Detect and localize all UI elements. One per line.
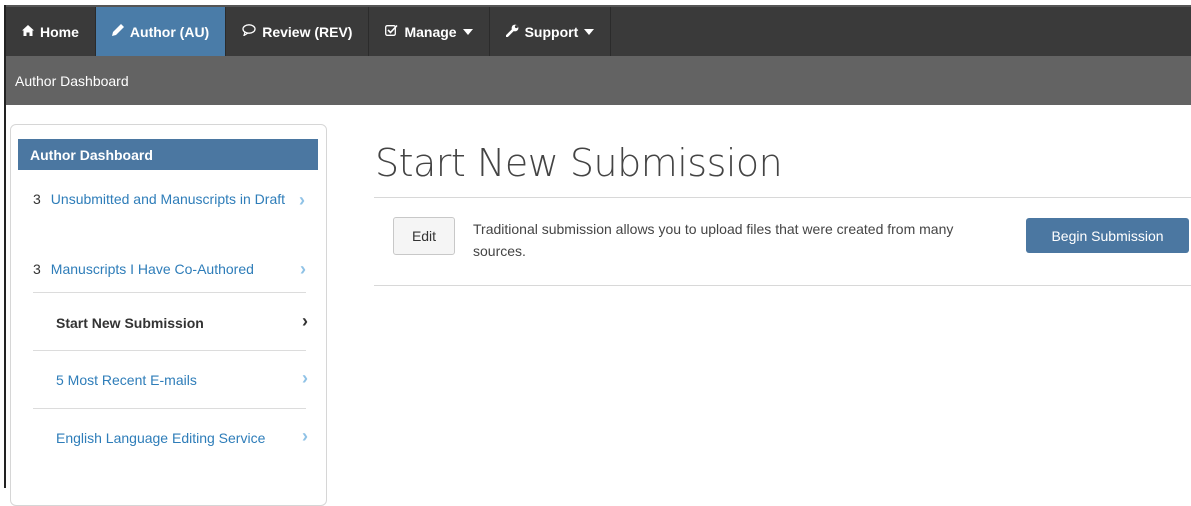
chevron-down-icon [584,28,595,35]
chevron-right-icon: › [302,426,308,446]
nav-home[interactable]: Home [6,7,96,56]
breadcrumb[interactable]: Author Dashboard [15,73,129,89]
nav-author[interactable]: Author (AU) [95,7,227,56]
sidebar-item-start-new-submission[interactable]: Start New Submission [56,313,296,334]
submission-description: Traditional submission allows you to upl… [473,221,954,259]
sidebar: Author Dashboard 3 Unsubmitted and Manusc… [10,124,327,506]
chevron-down-icon [462,28,473,35]
comment-icon [242,24,256,39]
sidebar-divider [33,408,306,409]
title-divider [374,197,1191,198]
nav-support-label: Support [524,23,579,40]
sidebar-item-count: 3 [33,261,41,277]
nav-author-label: Author (AU) [129,23,210,40]
sidebar-header: Author Dashboard [18,139,318,170]
chevron-right-icon: › [302,368,308,388]
top-navigation-bar: Home Author (AU) Review (REV) Manage Sup… [6,7,1191,56]
nav-review[interactable]: Review (REV) [226,7,370,56]
pencil-icon [111,24,124,39]
chevron-right-icon: › [300,259,306,279]
nav-manage-label: Manage [404,23,457,40]
sidebar-header-label: Author Dashboard [30,146,153,163]
sidebar-divider [33,292,306,293]
nav-review-label: Review (REV) [262,23,353,40]
nav-support[interactable]: Support [490,7,612,56]
sidebar-item-label: English Language Editing Service [56,430,266,446]
nav-home-label: Home [40,23,79,40]
sidebar-divider [33,350,306,351]
sidebar-item-label: Manuscripts I Have Co-Authored [50,261,254,277]
sidebar-item-label: Start New Submission [56,315,204,331]
sidebar-item-count: 3 [33,191,41,207]
breadcrumb-bar: Author Dashboard [6,56,1191,105]
sidebar-item-coauthored[interactable]: 3 Manuscripts I Have Co-Authored [33,259,323,280]
begin-submission-button[interactable]: Begin Submission [1026,218,1189,253]
sidebar-item-language-editing[interactable]: English Language Editing Service [49,428,269,449]
section-divider [374,285,1191,286]
home-icon [22,24,34,39]
wrench-icon [505,24,519,40]
sidebar-item-recent-emails[interactable]: 5 Most Recent E-mails [56,370,296,391]
edit-button[interactable]: Edit [393,217,455,255]
page-title: Start New Submission [375,141,783,185]
chevron-right-icon: › [299,190,305,210]
nav-manage[interactable]: Manage [369,7,490,56]
check-square-icon [385,24,399,39]
sidebar-item-label: 5 Most Recent E-mails [56,372,197,388]
sidebar-item-unsubmitted[interactable]: 3 Unsubmitted and Manuscripts in Draft [33,189,307,210]
chevron-right-icon: › [302,311,308,331]
sidebar-item-label: Unsubmitted and Manuscripts in Draft [50,191,286,207]
